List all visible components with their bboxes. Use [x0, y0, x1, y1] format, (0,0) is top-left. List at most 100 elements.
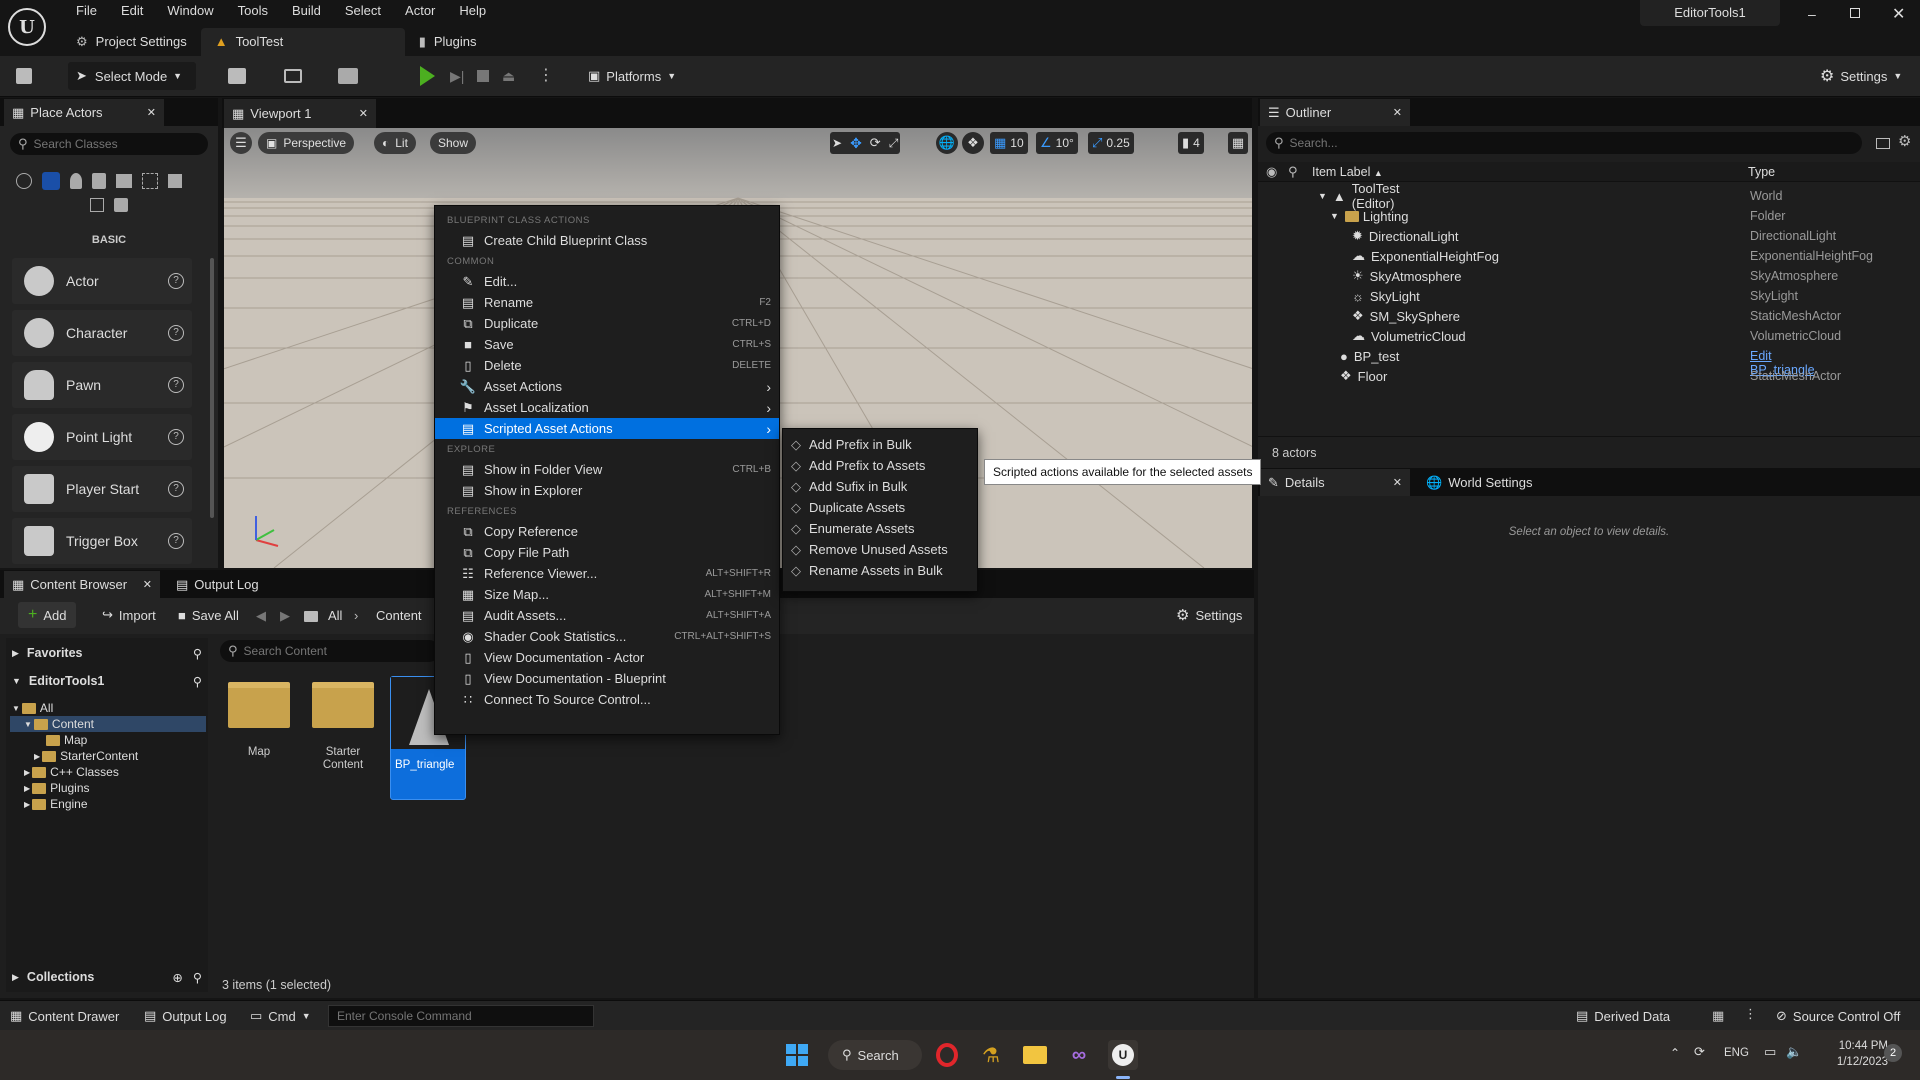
close-icon[interactable]: ✕: [143, 578, 152, 591]
tree-item-all[interactable]: ▼ All: [12, 700, 53, 716]
outliner-search-input[interactable]: [1289, 136, 1790, 150]
submenu-add-prefix-bulk[interactable]: ◇ Add Prefix in Bulk: [783, 434, 977, 455]
asset-tile-starter-content[interactable]: Starter Content: [308, 674, 378, 774]
outliner-row[interactable]: ▼ Lighting: [1330, 206, 1408, 226]
menu-show-in-folder-view[interactable]: ▤ Show in Folder View CTRL+B: [435, 459, 779, 480]
save-all-button[interactable]: ■ Save All: [172, 602, 245, 628]
add-button[interactable]: + Add: [18, 602, 77, 628]
import-button[interactable]: ↪ Import: [96, 602, 162, 628]
scale-tool-icon[interactable]: ⤢: [889, 136, 899, 151]
step-icon[interactable]: ▶|: [450, 68, 464, 85]
save-icon[interactable]: [16, 68, 32, 84]
world-space-icon[interactable]: 🌐: [936, 132, 958, 154]
lit-button[interactable]: ◐ Lit: [374, 132, 416, 154]
tab-outliner[interactable]: ☰ Outliner ✕: [1260, 99, 1410, 126]
menu-save[interactable]: ■ Save CTRL+S: [435, 334, 779, 355]
windows-start-icon[interactable]: [786, 1044, 808, 1066]
viewport-menu-icon[interactable]: ☰: [230, 132, 252, 154]
opera-icon[interactable]: [932, 1040, 962, 1070]
outliner-row[interactable]: ● BP_test: [1340, 346, 1399, 366]
menu-size-map[interactable]: ▦ Size Map... ALT+SHIFT+M: [435, 584, 779, 605]
outliner-row[interactable]: ☼ SkyLight: [1352, 286, 1420, 306]
tab-tooltest[interactable]: ▲ ToolTest: [200, 28, 405, 56]
search-classes-input[interactable]: [33, 137, 184, 151]
close-icon[interactable]: ✕: [147, 106, 156, 119]
history-back-icon[interactable]: ◀: [256, 608, 266, 624]
menu-help[interactable]: Help: [447, 0, 498, 22]
content-settings-button[interactable]: ⚙ Settings: [1170, 602, 1248, 628]
place-actor-item[interactable]: Pawn?: [12, 362, 192, 408]
lights-icon[interactable]: [70, 173, 82, 189]
notification-badge[interactable]: 2: [1884, 1044, 1902, 1062]
menu-scripted-asset-actions[interactable]: ▤ Scripted Asset Actions ›: [435, 418, 779, 439]
visual-studio-icon[interactable]: ∞: [1064, 1040, 1094, 1070]
stop-icon[interactable]: [477, 70, 489, 82]
help-icon[interactable]: ?: [168, 273, 184, 289]
submenu-duplicate-assets[interactable]: ◇ Duplicate Assets: [783, 497, 977, 518]
submenu-rename-assets-bulk[interactable]: ◇ Rename Assets in Bulk: [783, 560, 977, 581]
source-control-button[interactable]: ⊘ Source Control Off: [1772, 1002, 1904, 1030]
file-explorer-icon[interactable]: [1020, 1040, 1050, 1070]
add-folder-icon[interactable]: [1876, 138, 1890, 149]
tree-item-map[interactable]: Map: [46, 732, 87, 748]
search-content-box[interactable]: ⚲: [220, 640, 440, 662]
place-actor-item[interactable]: Character?: [12, 310, 192, 356]
menu-build[interactable]: Build: [280, 0, 333, 22]
place-actor-item[interactable]: Trigger Box?: [12, 518, 192, 564]
perspective-button[interactable]: ▣ Perspective: [258, 132, 355, 154]
add-collection-icon[interactable]: ⊕: [172, 970, 182, 985]
outliner-row[interactable]: ▼ ▲ ToolTest (Editor): [1318, 181, 1400, 211]
add-actor-icon[interactable]: [228, 68, 246, 84]
settings-dropdown[interactable]: ⚙ Settings ▼: [1814, 62, 1908, 90]
help-icon[interactable]: ?: [168, 481, 184, 497]
all-classes-icon[interactable]: [114, 198, 128, 212]
minimize-icon[interactable]: –: [1808, 6, 1816, 22]
tab-place-actors[interactable]: ▦ Place Actors ✕: [4, 99, 164, 126]
history-forward-icon[interactable]: ▶: [280, 608, 290, 624]
gear-icon[interactable]: ⚙: [1898, 132, 1911, 150]
close-window-icon[interactable]: ✕: [1892, 4, 1905, 24]
help-icon[interactable]: ?: [168, 429, 184, 445]
tab-details[interactable]: ✎ Details ✕: [1260, 469, 1410, 496]
derived-data-button[interactable]: ▤ Derived Data: [1572, 1002, 1674, 1030]
visual-effects-icon[interactable]: [142, 173, 158, 189]
content-drawer-button[interactable]: ▦ Content Drawer: [6, 1002, 123, 1030]
submenu-add-sufix-bulk[interactable]: ◇ Add Sufix in Bulk: [783, 476, 977, 497]
more-options-icon[interactable]: ⋮: [1744, 1006, 1757, 1022]
menu-select[interactable]: Select: [333, 0, 393, 22]
surface-snap-icon[interactable]: ❖: [962, 132, 984, 154]
menu-tools[interactable]: Tools: [226, 0, 280, 22]
menu-copy-file-path[interactable]: ⧉ Copy File Path: [435, 542, 779, 563]
tab-world-settings[interactable]: 🌐 World Settings: [1418, 469, 1540, 496]
chevron-up-icon[interactable]: ⌃: [1670, 1046, 1680, 1060]
select-tool-icon[interactable]: ➤: [832, 136, 842, 150]
cinematics-icon[interactable]: [338, 68, 358, 84]
play-icon[interactable]: [420, 66, 435, 86]
tab-viewport[interactable]: ▦ Viewport 1 ✕: [224, 99, 376, 128]
tab-plugins[interactable]: ▮ Plugins: [405, 28, 491, 56]
language-indicator[interactable]: ENG: [1724, 1047, 1749, 1059]
close-icon[interactable]: ✕: [359, 107, 368, 120]
volumes-icon[interactable]: [90, 198, 104, 212]
cmd-dropdown[interactable]: ▭ Cmd ▼: [246, 1002, 315, 1030]
menu-actor[interactable]: Actor: [393, 0, 447, 22]
menu-view-docs-blueprint[interactable]: ▯ View Documentation - Blueprint: [435, 668, 779, 689]
menu-reference-viewer[interactable]: ☷ Reference Viewer... ALT+SHIFT+R: [435, 563, 779, 584]
outliner-row[interactable]: ❖ Floor: [1340, 366, 1387, 386]
menu-edit[interactable]: ✎ Edit...: [435, 271, 779, 292]
place-actor-item[interactable]: Player Start?: [12, 466, 192, 512]
console-input[interactable]: [328, 1005, 594, 1027]
output-log-button[interactable]: ▤ Output Log: [140, 1002, 231, 1030]
place-actor-item[interactable]: Point Light?: [12, 414, 192, 460]
outliner-row[interactable]: ☀ SkyAtmosphere: [1352, 266, 1461, 286]
menu-delete[interactable]: ▯ Delete DELETE: [435, 355, 779, 376]
tree-item-starter-content[interactable]: ▶ StarterContent: [34, 748, 138, 764]
help-icon[interactable]: ?: [168, 325, 184, 341]
search-icon[interactable]: ⚲: [193, 646, 202, 661]
more-options-icon[interactable]: ⋮: [538, 65, 554, 85]
shapes-icon[interactable]: [92, 173, 106, 189]
menu-show-in-explorer[interactable]: ▤ Show in Explorer: [435, 480, 779, 501]
menu-create-child-blueprint[interactable]: ▤ Create Child Blueprint Class: [435, 230, 779, 251]
grid-snap-toggle[interactable]: ▦ 10: [990, 132, 1028, 154]
eject-icon[interactable]: ⏏: [502, 68, 515, 85]
